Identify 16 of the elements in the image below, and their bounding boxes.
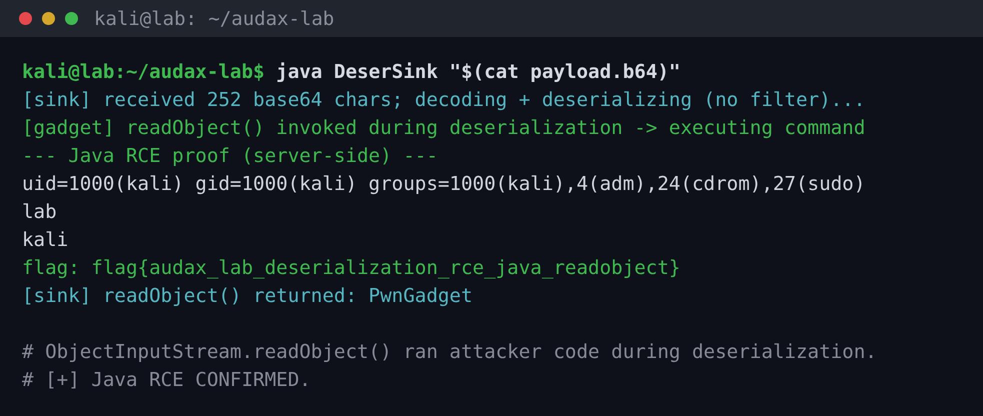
output-line: lab	[22, 199, 57, 225]
maximize-button[interactable]	[65, 12, 78, 25]
info-line: [sink] received 252 base64 chars; decoding + deserializing (no filter)...	[22, 87, 866, 113]
window-title: kali@lab: ~/audax-lab	[94, 8, 334, 30]
comment-line: # [+] Java RCE CONFIRMED.	[22, 367, 311, 393]
output-line: uid=1000(kali) gid=1000(kali) groups=1000(kali),4(adm),24(cdrom),27(sudo)	[22, 171, 866, 197]
info-line: [sink] readObject() returned: PwnGadget	[22, 283, 473, 309]
success-line: flag: flag{audax_lab_deserialization_rce_java_readobject}	[22, 255, 680, 281]
success-line: [gadget] readObject() invoked during deserialization -> executing command	[22, 115, 866, 141]
success-line: --- Java RCE proof (server-side) ---	[22, 143, 438, 169]
close-button[interactable]	[19, 12, 32, 25]
comment-line: # ObjectInputStream.readObject() ran attacker code during deserialization.	[22, 339, 877, 365]
minimize-button[interactable]	[42, 12, 55, 25]
command-text: java DeserSink "$(cat payload.b64)"	[276, 59, 680, 85]
output-line: kali	[22, 227, 68, 253]
shell-prompt: kali@lab:~/audax-lab$	[22, 59, 265, 85]
